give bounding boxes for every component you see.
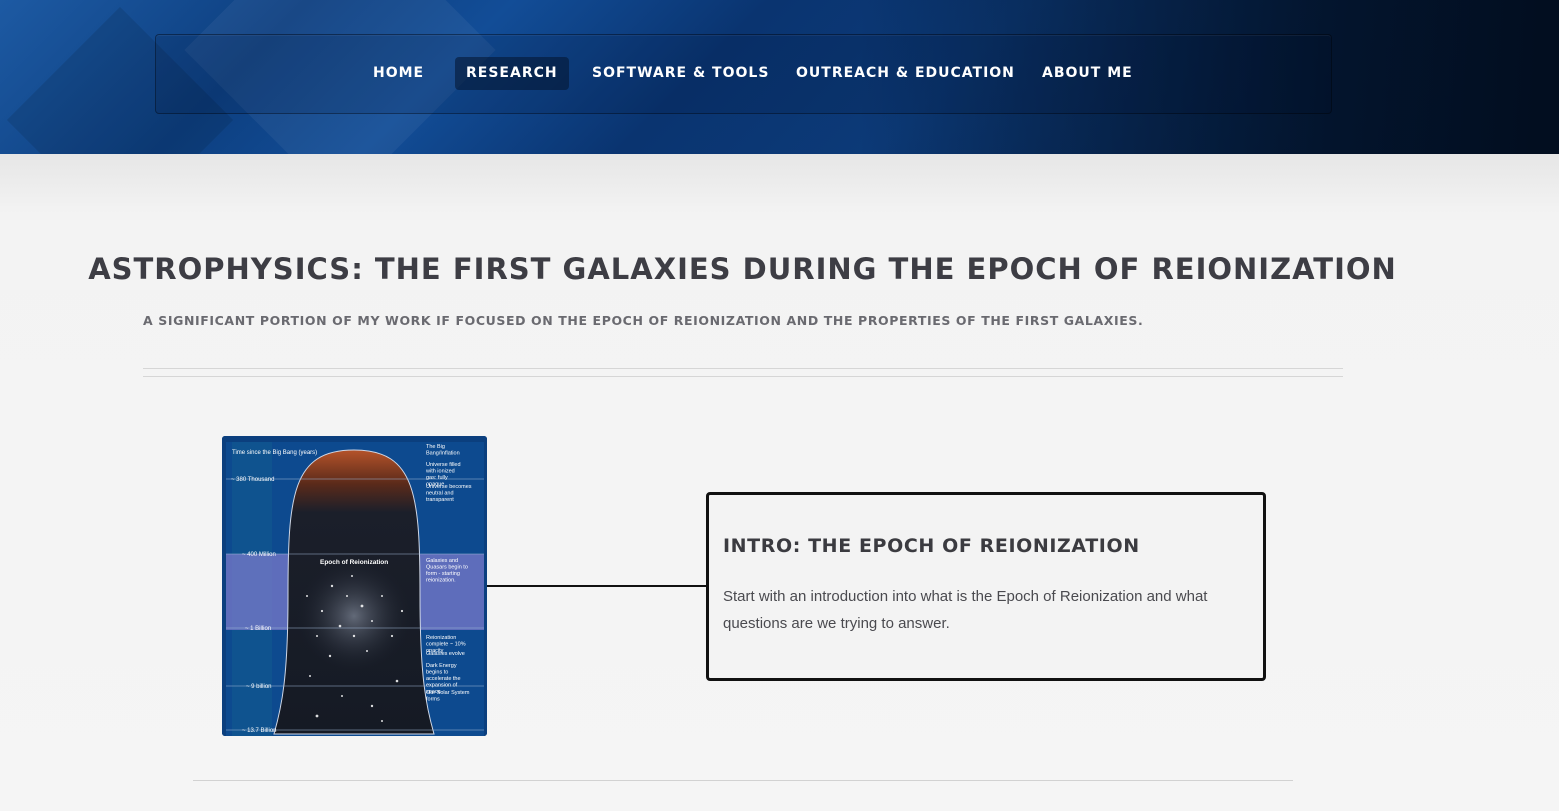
connector-line [487,585,707,587]
annotation: Galaxies evolve [426,651,465,657]
page-title: ASTROPHYSICS: THE FIRST GALAXIES DURING … [88,252,1397,286]
nav-about-me[interactable]: ABOUT ME [1031,57,1144,90]
site-header: HOME RESEARCH SOFTWARE & TOOLS OUTREACH … [0,0,1559,154]
tick-label: ~ 380 Thousand [231,477,274,483]
main-nav: HOME RESEARCH SOFTWARE & TOOLS OUTREACH … [155,34,1332,114]
nav-home[interactable]: HOME [362,57,435,90]
timeline-figure-graphic: Time since the Big Bang (years) ~ 380 Th… [222,436,487,736]
divider [143,368,1343,369]
tick-label: ~ 400 Million [242,552,276,558]
card-text: Start with an introduction into what is … [723,588,1208,632]
page-subtitle: A SIGNIFICANT PORTION OF MY WORK IF FOCU… [143,313,1144,328]
tick-label: ~ 13.7 Billion [242,728,277,734]
card-title: INTRO: THE EPOCH OF REIONIZATION [723,535,1140,557]
divider [143,376,1343,377]
divider [193,780,1293,781]
tick-label: ~ 1 Billion [245,626,271,632]
center-label: Epoch of Reionization [320,559,388,566]
epoch-of-reionization-figure[interactable]: Time since the Big Bang (years) ~ 380 Th… [222,436,487,736]
nav-outreach-education[interactable]: OUTREACH & EDUCATION [785,57,1026,90]
tick-label: ~ 9 billion [246,684,272,690]
axis-label: Time since the Big Bang (years) [232,450,317,456]
nav-research[interactable]: RESEARCH [455,57,569,90]
intro-card[interactable]: INTRO: THE EPOCH OF REIONIZATION Start w… [706,492,1266,681]
nav-software-tools[interactable]: SOFTWARE & TOOLS [581,57,780,90]
